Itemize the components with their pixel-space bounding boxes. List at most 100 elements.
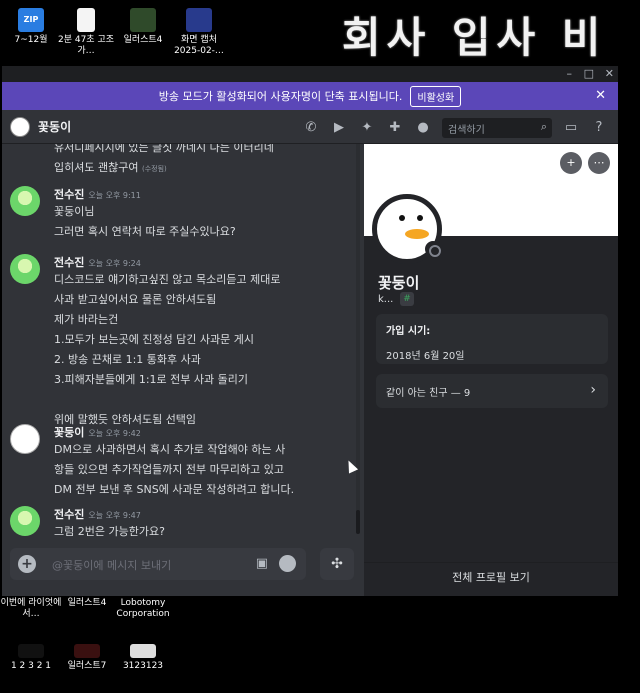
search-input[interactable]: 검색하기 ⌕ — [442, 118, 552, 138]
avatar[interactable] — [10, 506, 40, 536]
message-line: 유저디페시지에 있는 글짓 까네시 나는 이터리네 — [54, 144, 274, 154]
avatar[interactable] — [10, 254, 40, 284]
add-friend-icon[interactable]: + — [560, 152, 582, 174]
desktop-icon-label: 1 2 3 2 1 — [10, 661, 52, 671]
window-titlebar: – □ ✕ — [2, 66, 618, 82]
desktop-icon-doc[interactable]: 2분 47초 고조가… — [55, 8, 117, 57]
more-options-icon[interactable]: ⋯ — [588, 152, 610, 174]
message-line: 2. 방송 끈채로 1:1 통화후 사과 — [54, 353, 201, 366]
message: 꽃둥이 오늘 오후 9:42 DM으로 사과하면서 혹시 추가로 작업해야 하는 … — [10, 424, 354, 500]
pinned-messages-icon[interactable]: ✦ — [358, 119, 376, 137]
hashtag-badge-icon: # — [400, 292, 414, 306]
message-line: 입히셔도 괜찮구여 (수정됨) — [54, 161, 167, 174]
scrollbar-thumb[interactable] — [356, 510, 360, 534]
profile-panel: + ⋯ 꽃둥이 k... # 가입 시기: 2018년 6월 20일 같이 아는… — [364, 144, 618, 596]
mutual-friends-button[interactable]: 같이 아는 친구 — 9 › — [376, 374, 608, 408]
message-line: DM으로 사과하면서 혹시 추가로 작업해야 하는 사 — [54, 443, 286, 456]
message-line: 그러면 혹시 연락처 따로 주실수있나요? — [54, 225, 236, 238]
message-line: 디스코드로 얘기하고싶진 않고 목소리듣고 제대로 — [54, 273, 281, 286]
desktop-icon-label: 일러스트4 — [67, 598, 107, 608]
add-attachment-button[interactable]: + — [18, 555, 36, 573]
document-icon — [77, 8, 95, 32]
member-since-label: 가입 시기: — [386, 326, 431, 337]
desktop-icon-illust7[interactable]: 일러스트7 — [56, 644, 118, 672]
desktop-icon-label: 3123123 — [122, 661, 164, 671]
status-offline-icon — [425, 241, 441, 257]
desktop-icon-label: 일러스트4 — [123, 35, 163, 45]
add-friend-icon[interactable]: ✚ — [386, 119, 404, 137]
member-since-value: 2018년 6월 20일 — [386, 351, 465, 362]
message-timestamp: 오늘 오후 9:47 — [88, 511, 141, 520]
message: 전수진 오늘 오후 9:11 꽃둥이님 그러면 혹시 연락처 따로 주실수있나요? — [10, 186, 354, 242]
help-icon[interactable]: ? — [590, 119, 608, 137]
desktop-icon-lobotomy[interactable]: Lobotomy Corporation — [112, 598, 174, 620]
banner-text: 방송 모드가 활성화되어 사용자명이 단축 표시됩니다. — [158, 90, 403, 103]
search-icon: ⌕ — [540, 120, 547, 133]
message-timestamp: 오늘 오후 9:42 — [88, 429, 141, 438]
zip-archive-icon: ZIP — [18, 8, 44, 32]
message-composer[interactable]: + @꽃둥이에 메시지 보내기 ▣ — [10, 548, 306, 580]
apps-icon[interactable]: ✣ — [320, 548, 354, 580]
view-full-profile-button[interactable]: 전체 프로필 보기 — [364, 562, 618, 596]
desktop-icon-label: 2분 47초 고조가… — [57, 35, 115, 56]
avatar[interactable] — [10, 116, 30, 137]
message-author[interactable]: 전수진 — [54, 256, 84, 269]
video-call-icon[interactable]: ▶ — [330, 119, 348, 137]
close-banner-button[interactable]: ✕ — [595, 88, 606, 103]
emoji-icon[interactable] — [279, 555, 296, 572]
avatar[interactable] — [10, 424, 40, 454]
search-placeholder: 검색하기 — [448, 125, 485, 136]
minimize-button[interactable]: – — [567, 66, 573, 82]
message-timestamp: 오늘 오후 9:11 — [88, 191, 141, 200]
screenshot-icon — [186, 8, 212, 32]
message-input-placeholder: @꽃둥이에 메시지 보내기 — [52, 559, 172, 572]
message-line: 제가 바라는건 — [54, 313, 119, 326]
desktop-icon-screenshot[interactable]: 화면 캡처 2025-02-… — [168, 8, 230, 57]
image-file-icon — [74, 644, 100, 658]
message-line: 항들 있으면 추가작업들까지 전부 마무리하고 있고 — [54, 463, 285, 476]
desktop-icon-3123123[interactable]: 3123123 — [112, 644, 174, 672]
video-overlay-title: 회사 입사 비 — [342, 13, 607, 62]
image-file-icon — [18, 644, 44, 658]
image-file-icon — [130, 8, 156, 32]
message-partial: 유저디페시지에 있는 글짓 까네시 나는 이터리네 입히셔도 괜찮구여 (수정됨… — [10, 144, 354, 179]
gift-icon[interactable]: ▣ — [256, 556, 268, 571]
maximize-button[interactable]: □ — [584, 66, 594, 82]
avatar[interactable] — [10, 186, 40, 216]
message: 전수진 오늘 오후 9:24 디스코드로 얘기하고싶진 않고 목소리듣고 제대로 … — [10, 254, 354, 430]
desktop-icon-zip[interactable]: ZIP 7~12월 — [0, 8, 62, 46]
desktop-icon-illust4-b[interactable]: 일러스트4 — [56, 598, 118, 609]
desktop-icon-illust4[interactable]: 일러스트4 — [112, 8, 174, 46]
inbox-icon[interactable]: ▭ — [562, 119, 580, 137]
message-line: 1.모두가 보는곳에 진정성 담긴 사과문 게시 — [54, 333, 255, 346]
desktop-icon-riot[interactable]: 이번에 라이엇에서… — [0, 598, 62, 620]
chevron-right-icon: › — [590, 382, 596, 398]
discord-window: – □ ✕ 방송 모드가 활성화되어 사용자명이 단축 표시됩니다. 비활성화 … — [2, 66, 618, 596]
voice-call-icon[interactable]: ✆ — [302, 119, 320, 137]
disable-streamer-mode-button[interactable]: 비활성화 — [410, 85, 462, 107]
message-author[interactable]: 전수진 — [54, 188, 84, 201]
message-line: 꽃둥이님 — [54, 205, 95, 218]
streamer-mode-banner: 방송 모드가 활성화되어 사용자명이 단축 표시됩니다. 비활성화 ✕ — [2, 82, 618, 110]
dm-header: 꽃동이 ✆ ▶ ✦ ✚ ● 검색하기 ⌕ ▭ ? — [2, 110, 618, 144]
desktop-icon-label: 7~12월 — [14, 35, 48, 45]
profile-tag: k... — [378, 294, 394, 305]
message-author[interactable]: 꽃둥이 — [54, 426, 84, 439]
desktop-icon-label: 이번에 라이엇에서… — [0, 598, 62, 619]
message-line: 3.피해자분들에게 1:1로 전부 사과 돌리기 — [54, 373, 248, 386]
message-line — [54, 390, 354, 410]
profile-avatar[interactable] — [372, 194, 442, 264]
message-line: 그럼 2번은 가능한가요? — [54, 525, 165, 538]
close-window-button[interactable]: ✕ — [605, 66, 614, 82]
desktop-icon-12321[interactable]: 1 2 3 2 1 — [0, 644, 62, 672]
image-file-icon — [130, 644, 156, 658]
message: 전수진 오늘 오후 9:47 그럼 2번은 가능한가요? — [10, 506, 354, 542]
message-line: DM 전부 보낸 후 SNS에 사과문 작성하려고 합니다. — [54, 483, 295, 496]
message-timestamp: 오늘 오후 9:24 — [88, 259, 141, 268]
edited-label: (수정됨) — [141, 165, 167, 173]
mutual-friends-label: 같이 아는 친구 — 9 — [386, 388, 471, 399]
dm-title: 꽃동이 — [38, 120, 72, 134]
user-profile-icon[interactable]: ● — [414, 119, 432, 137]
message-author[interactable]: 전수진 — [54, 508, 84, 521]
message-line: 사과 받고싶어서요 물론 안하셔도됨 — [54, 293, 217, 306]
